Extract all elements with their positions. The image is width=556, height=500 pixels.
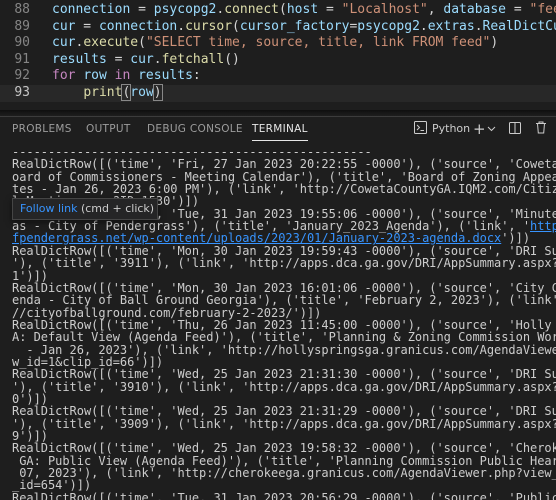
follow-link-hint: (cmd + click) — [77, 202, 155, 215]
chevron-down-icon[interactable] — [487, 117, 496, 141]
code-token: () — [224, 51, 240, 67]
code-line[interactable]: 91 results = cur.fetchall() — [0, 52, 556, 69]
code-token: for — [52, 68, 76, 84]
code-token: connection — [98, 18, 178, 34]
tab-terminal[interactable]: TERMINAL — [252, 117, 308, 141]
code-token: fetchall — [161, 51, 225, 67]
code-token: database — [443, 2, 507, 17]
code-token: "feed_databa — [529, 2, 556, 17]
follow-link[interactable]: Follow link — [20, 202, 77, 215]
code-token: cursor_factory — [239, 18, 350, 34]
code-token: = — [130, 2, 154, 17]
follow-link-tooltip: Follow link (cmd + click) — [12, 198, 158, 220]
terminal-link[interactable]: https://cityo — [530, 219, 556, 233]
code-token: psycopg2 — [153, 2, 217, 17]
code-token: RealDictCursor — [482, 18, 556, 34]
code-token: . — [177, 18, 186, 34]
code-token: = — [106, 51, 131, 67]
text-cursor — [161, 85, 163, 100]
code-text: connection = psycopg2.connect(host = "Lo… — [52, 2, 556, 19]
line-number: 93 — [14, 85, 30, 100]
code-token: in — [114, 68, 131, 84]
tab-output[interactable]: OUTPUT — [86, 117, 131, 141]
code-token: "SELECT time, source, title, link FROM f… — [145, 35, 491, 51]
code-text: cur = connection.cursor(cursor_factory=p… — [52, 19, 556, 36]
code-token: host — [286, 2, 319, 17]
code-token: "Localhost" — [341, 2, 428, 17]
code-text: results = cur.fetchall() — [52, 52, 240, 69]
line-number: 92 — [14, 68, 30, 84]
code-token: . — [153, 51, 162, 67]
code-token: cur — [52, 35, 76, 51]
code-token: print — [83, 85, 123, 100]
code-token: psycopg2 — [357, 18, 420, 34]
code-line[interactable]: 93 print(row) — [0, 84, 556, 102]
terminal-output[interactable]: ----------------------------------------… — [0, 142, 556, 500]
tab-problems[interactable]: PROBLEMS — [12, 117, 72, 141]
code-token: row — [83, 68, 107, 84]
code-text: for row in results: — [52, 68, 201, 85]
terminal-name[interactable]: Python — [432, 117, 470, 141]
tab-debug-console[interactable]: DEBUG CONSOLE — [147, 117, 243, 141]
line-number: 88 — [14, 2, 30, 17]
code-text: print(row) — [52, 84, 163, 102]
code-line[interactable]: 90 cur.execute("SELECT time, source, titl… — [0, 35, 556, 52]
code-token: ( — [138, 35, 146, 51]
code-token: cur — [52, 18, 76, 34]
code-token: , — [427, 2, 444, 17]
line-number: 90 — [14, 35, 30, 51]
code-token: . — [474, 18, 483, 34]
code-token: row — [130, 85, 154, 100]
code-token: = — [75, 18, 99, 34]
code-token: ( — [279, 2, 287, 17]
split-terminal-icon[interactable] — [509, 117, 521, 141]
code-token: : — [192, 68, 201, 84]
code-token: = — [318, 2, 342, 17]
plus-icon[interactable]: + — [473, 117, 486, 141]
code-line[interactable]: 88 connection = psycopg2.connect(host = "… — [0, 2, 556, 19]
code-token: cursor — [185, 18, 233, 34]
code-token: connection — [52, 2, 131, 17]
code-line[interactable]: 92 for row in results: — [0, 68, 556, 85]
code-line[interactable]: 89 cur = connection.cursor(cursor_factory… — [0, 19, 556, 36]
code-token: ) — [490, 35, 499, 51]
line-number: 91 — [14, 51, 30, 67]
code-token: connect — [224, 2, 280, 17]
terminal-line: RealDictRow([('time', 'Tue, 31 Jan 2023 … — [12, 490, 556, 500]
code-token: results — [138, 68, 193, 84]
panel-header: PROBLEMS OUTPUT DEBUG CONSOLE TERMINAL P… — [0, 116, 556, 141]
code-token: cur — [130, 51, 154, 67]
code-token: . — [419, 18, 428, 34]
code-token: ) — [152, 84, 163, 101]
line-number: 89 — [14, 18, 30, 34]
code-token: results — [52, 51, 107, 67]
code-token: execute — [83, 35, 139, 51]
code-token: = — [506, 2, 530, 17]
code-editor[interactable]: 88 connection = psycopg2.connect(host = "… — [0, 0, 556, 110]
terminal-icon — [414, 117, 427, 141]
code-token: ( — [232, 18, 240, 34]
code-token: extras — [427, 18, 475, 34]
code-text: cur.execute("SELECT time, source, title,… — [52, 35, 498, 52]
trash-icon[interactable] — [535, 117, 547, 141]
